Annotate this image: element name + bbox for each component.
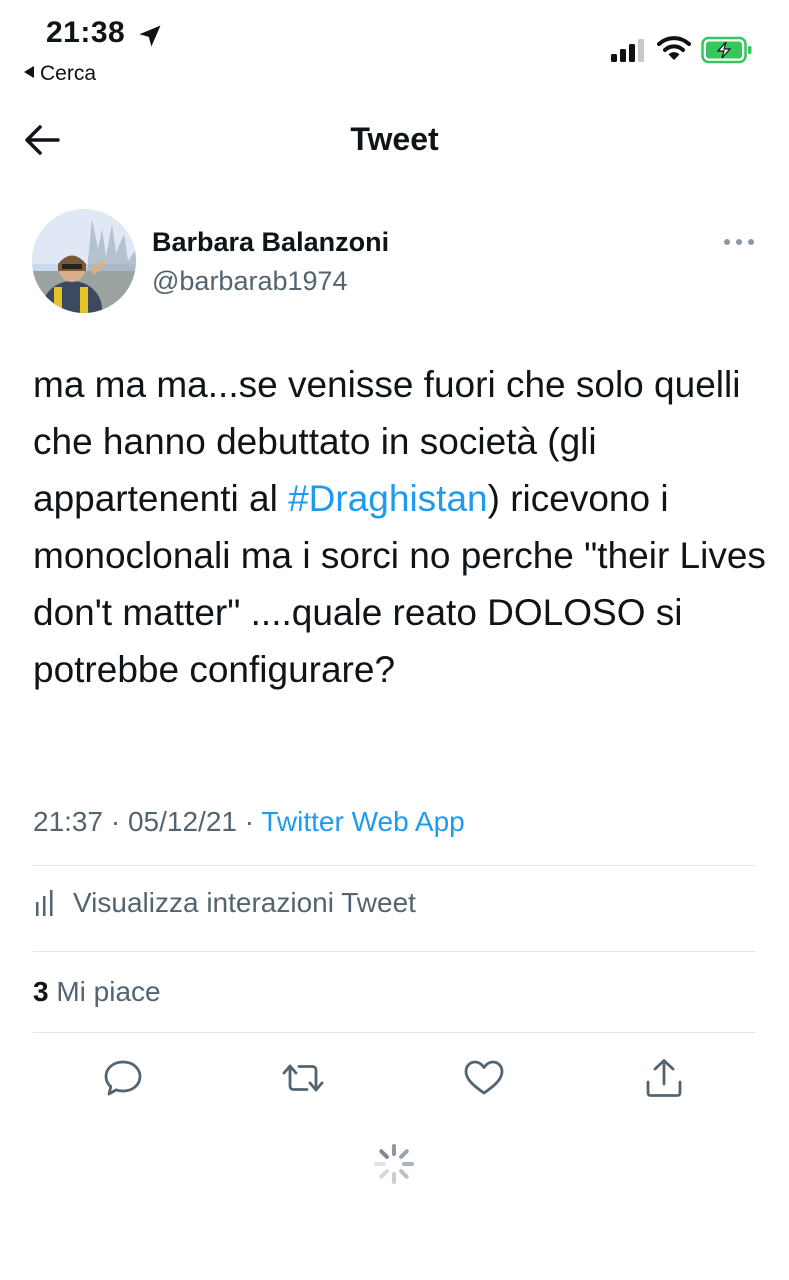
divider — [33, 865, 755, 866]
hashtag-link[interactable]: #Draghistan — [288, 478, 488, 519]
back-app-label: Cerca — [40, 62, 97, 85]
tweet-time: 21:37 — [33, 806, 104, 837]
retweet-icon[interactable] — [281, 1056, 325, 1100]
likes-number: 3 — [33, 976, 49, 1007]
wifi-icon — [657, 36, 691, 60]
back-to-app-link[interactable]: Cerca — [24, 62, 96, 86]
location-arrow-icon — [139, 25, 161, 47]
divider — [33, 1032, 755, 1033]
tweet-text: ma ma ma...se venisse fuori che solo que… — [33, 356, 768, 698]
divider — [33, 951, 755, 952]
analytics-button[interactable]: Visualizza interazioni Tweet — [33, 887, 416, 919]
analytics-icon — [36, 890, 53, 916]
author-name[interactable]: Barbara Balanzoni — [152, 227, 389, 258]
more-icon[interactable] — [722, 232, 756, 252]
status-time: 21:38 — [46, 16, 126, 49]
loading-spinner-icon — [374, 1144, 414, 1184]
likes-label: Mi piace — [56, 976, 161, 1007]
tweet-date: 05/12/21 — [127, 806, 237, 837]
likes-count[interactable]: 3 Mi piace — [33, 976, 161, 1008]
reply-icon[interactable] — [101, 1056, 145, 1100]
like-icon[interactable] — [462, 1056, 506, 1100]
page-title: Tweet — [350, 121, 439, 157]
tweet-source-link[interactable]: Twitter Web App — [261, 806, 464, 837]
author-handle[interactable]: @barbarab1974 — [152, 266, 348, 297]
signal-icon — [611, 39, 644, 62]
avatar[interactable] — [32, 209, 136, 313]
tweet-meta: 21:37 · 05/12/21 · Twitter Web App — [33, 806, 465, 837]
back-triangle-icon — [24, 66, 34, 78]
share-icon[interactable] — [642, 1056, 686, 1100]
analytics-label: Visualizza interazioni Tweet — [73, 887, 416, 918]
battery-icon — [701, 36, 752, 64]
